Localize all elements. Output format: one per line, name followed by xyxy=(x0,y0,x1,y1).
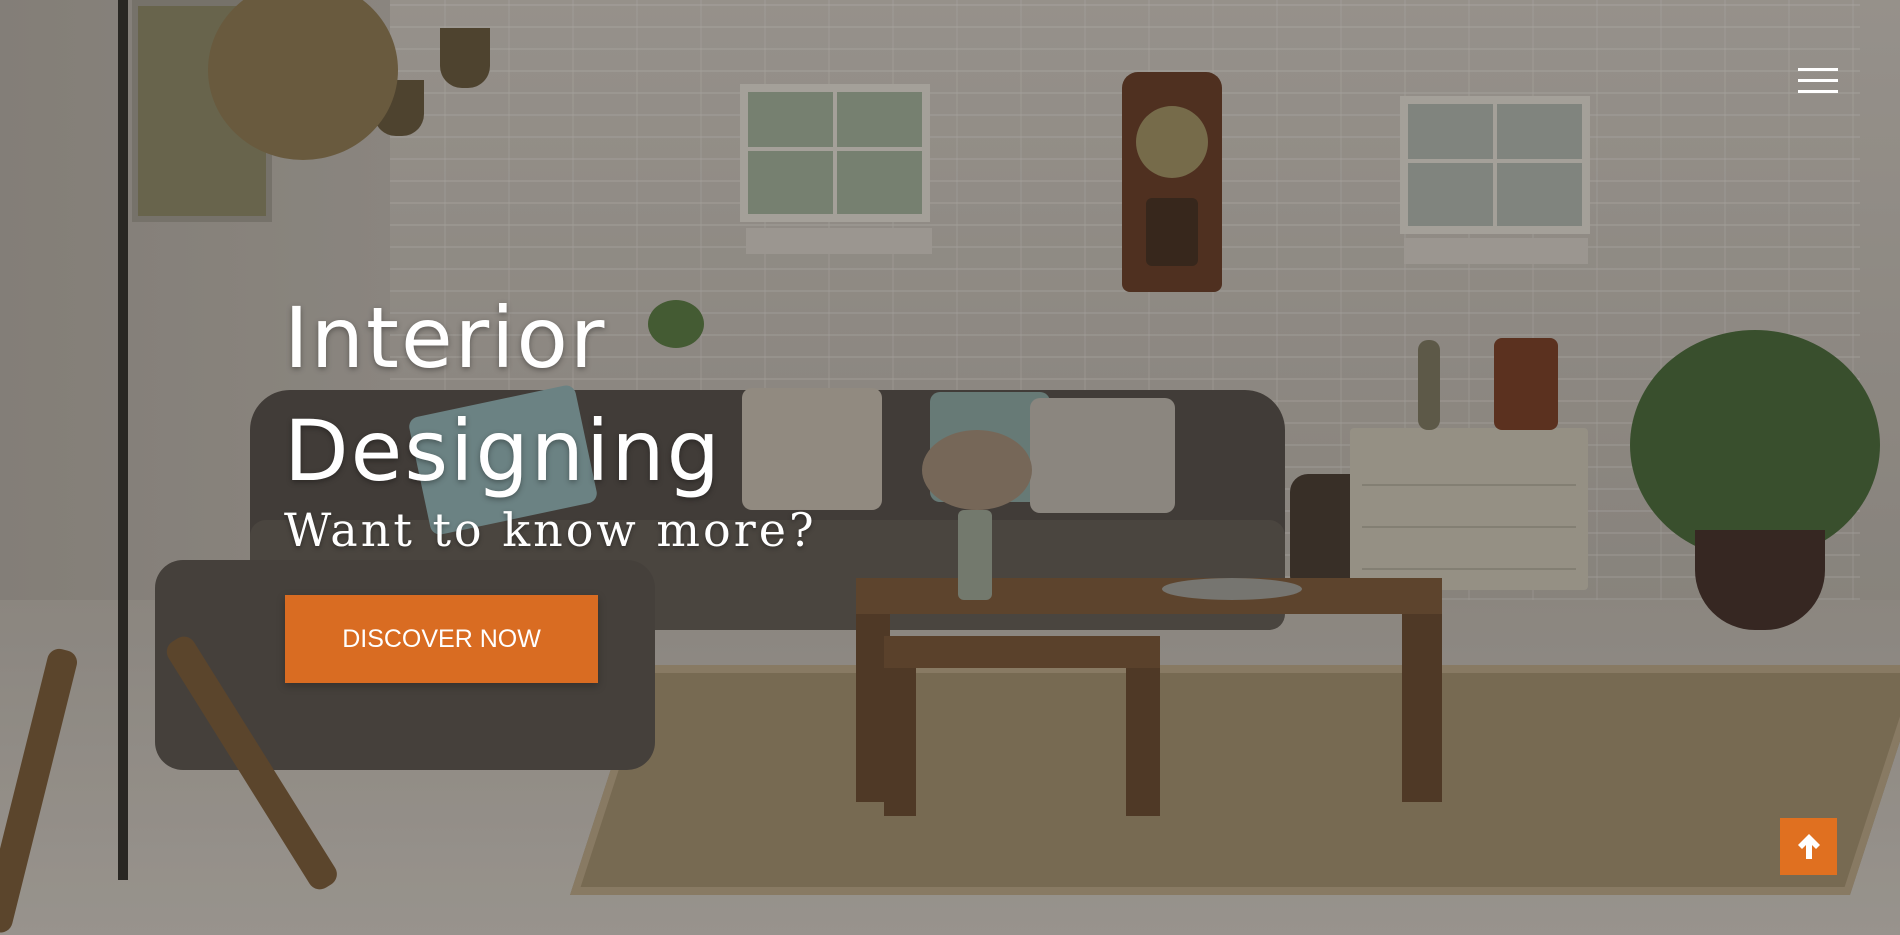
hero-subtitle: Want to know more? xyxy=(284,503,817,557)
hero-title: Interior Designing xyxy=(284,289,722,500)
discover-now-button[interactable]: DISCOVER NOW xyxy=(285,595,598,683)
arrow-up-icon xyxy=(1798,834,1820,859)
hamburger-menu-icon[interactable] xyxy=(1798,68,1838,94)
back-to-top-button[interactable] xyxy=(1780,818,1837,875)
hero-text: Interior Designing Want to know more? xyxy=(284,282,817,558)
menu-bar xyxy=(1798,68,1838,71)
menu-bar xyxy=(1798,79,1838,82)
menu-bar xyxy=(1798,90,1838,93)
